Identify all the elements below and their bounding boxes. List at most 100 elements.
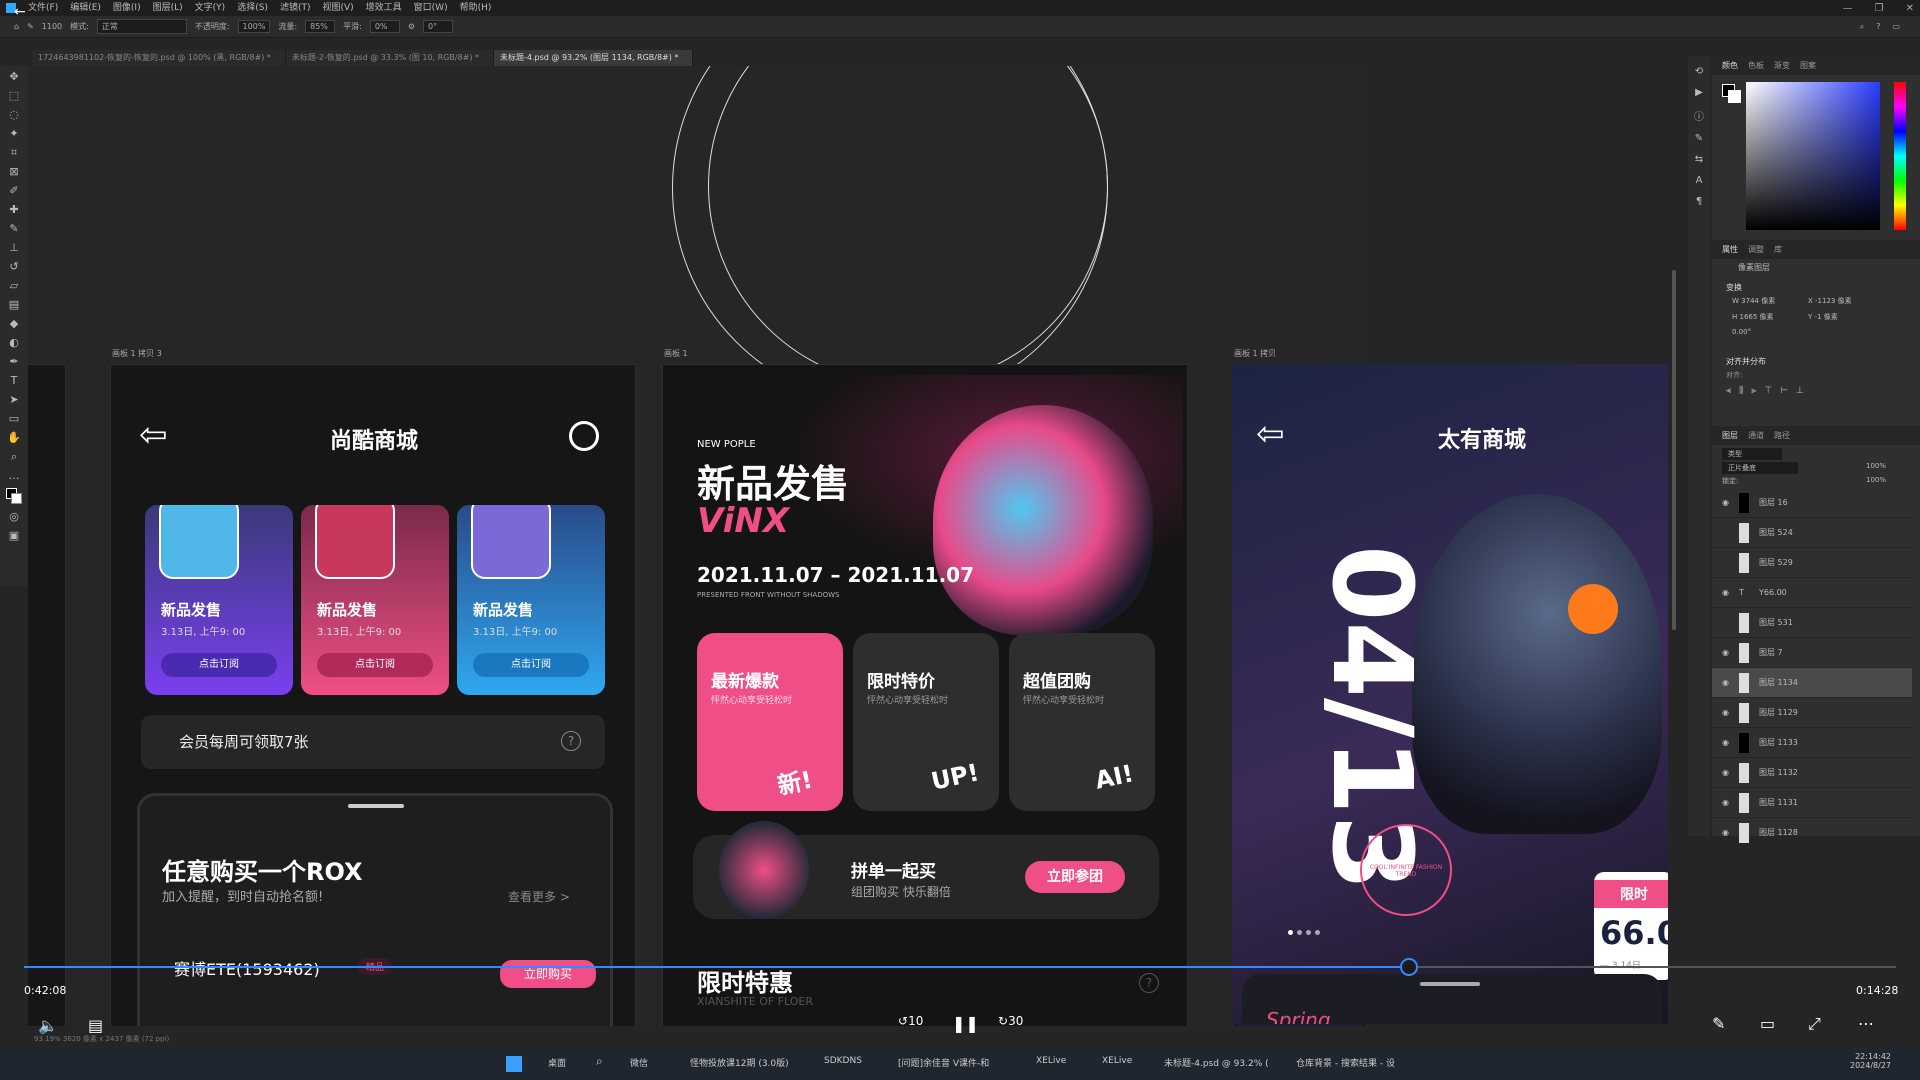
tab-swatches[interactable]: 色板 [1748, 60, 1764, 71]
picture-in-picture-icon[interactable]: ▭ [1760, 1014, 1775, 1033]
hue-slider[interactable] [1894, 82, 1906, 230]
feature-tile[interactable]: 最新爆款 怦然心动享受轻松时 新! [697, 633, 843, 811]
feature-tile[interactable]: 限时特价 怦然心动享受轻松时 UP! [853, 633, 999, 811]
tab-layers[interactable]: 图层 [1722, 430, 1738, 441]
canvas-area[interactable]: 画板 1 拷贝 3 ⇦ 尚酷商城 新品发售 3.13日, 上午9: 00 点击订… [28, 66, 1368, 1026]
pen-icon[interactable]: ✎ [1712, 1014, 1725, 1033]
layer-filter[interactable]: 类型 [1722, 448, 1782, 460]
info-icon[interactable]: ⓘ [1694, 108, 1704, 123]
product-card[interactable]: 新品发售 3.13日, 上午9: 00 点击订阅 [301, 505, 449, 695]
minimize-icon[interactable]: — [1843, 3, 1853, 14]
stamp-icon[interactable]: ⊥ [7, 241, 21, 254]
subscribe-button[interactable]: 点击订阅 [317, 653, 433, 677]
pause-button[interactable]: ❚❚ [952, 1014, 979, 1033]
blur-icon[interactable]: ◆ [7, 317, 21, 330]
taskbar-item[interactable]: XELive [1036, 1056, 1066, 1066]
eye-icon[interactable]: ◉ [1722, 648, 1729, 657]
taskbar-item[interactable]: 怪物投放课12期 (3.0版) [690, 1056, 789, 1069]
subscribe-button[interactable]: 点击订阅 [161, 653, 277, 677]
product-card[interactable]: 新品发售 3.13日, 上午9: 00 点击订阅 [145, 505, 293, 695]
more-tools-icon[interactable]: … [7, 469, 21, 482]
align-left-icon[interactable]: ⫷ [1726, 386, 1731, 396]
menu-plugins[interactable]: 增效工具 [360, 0, 408, 16]
fg-bg-swatch[interactable] [1722, 84, 1742, 104]
taskbar-item[interactable]: 未标题-4.psd @ 93.2% ( [1164, 1056, 1269, 1069]
menu-layer[interactable]: 图层(L) [147, 0, 189, 16]
tab-doc-3[interactable]: 未标题-4.psd @ 93.2% (图层 1134, RGB/8#) * [494, 50, 694, 66]
lasso-tool-icon[interactable]: ◌ [7, 108, 21, 121]
layer-row[interactable]: ◉ 图层 1133 [1712, 728, 1912, 758]
taskbar-item[interactable]: SDKDNS [824, 1056, 862, 1066]
layer-row[interactable]: ◉ 图层 7 [1712, 638, 1912, 668]
flow-field[interactable]: 85% [305, 20, 336, 33]
layer-row[interactable]: ◉ 图层 1128 [1712, 818, 1912, 848]
history-icon[interactable]: ⟲ [1695, 66, 1703, 77]
pen-icon[interactable]: ✒ [7, 355, 21, 368]
taskbar-item[interactable]: 桌面 [548, 1056, 566, 1069]
menu-image[interactable]: 图像(I) [107, 0, 147, 16]
back-arrow-icon[interactable]: ⇦ [1256, 414, 1285, 454]
color-picker-field[interactable] [1746, 82, 1880, 230]
eye-icon[interactable]: ◉ [1722, 738, 1729, 747]
tab-adjustments[interactable]: 调整 [1748, 244, 1764, 255]
tab-channels[interactable]: 通道 [1748, 430, 1764, 441]
eye-icon[interactable]: ◉ [1722, 828, 1729, 837]
home-icon[interactable]: ⌂ [14, 22, 19, 31]
product-card[interactable]: 新品发售 3.13日, 上午9: 00 点击订阅 [457, 505, 605, 695]
quick-mask-icon[interactable]: ◎ [7, 510, 21, 523]
taskbar-item[interactable]: 微信 [630, 1056, 648, 1069]
eye-icon[interactable]: ◉ [1722, 678, 1729, 687]
coupon-bar[interactable]: 会员每周可领取7张 ? [141, 715, 605, 769]
tab-doc-1[interactable]: 1724643981102-恢复的-恢复的.psd @ 100% (黑, RGB… [32, 50, 286, 66]
feature-tile[interactable]: 超值团购 怦然心动享受轻松时 AI! [1009, 633, 1155, 811]
blend-mode-select[interactable]: 正片叠底 [1722, 462, 1798, 474]
eraser-icon[interactable]: ▱ [7, 279, 21, 292]
carousel-dots[interactable] [1288, 930, 1320, 935]
layer-opacity[interactable]: 100% [1866, 462, 1886, 470]
dodge-icon[interactable]: ◐ [7, 336, 21, 349]
character-icon[interactable]: A [1696, 175, 1703, 186]
brush-size[interactable]: 1100 [42, 22, 62, 31]
vertical-scrollbar[interactable] [1672, 270, 1676, 630]
mode-select[interactable]: 正常 [96, 19, 187, 34]
help-icon[interactable]: ? [561, 731, 581, 751]
marquee-tool-icon[interactable]: ⬚ [7, 89, 21, 102]
alarm-icon[interactable] [569, 421, 599, 451]
align-top-icon[interactable]: ⊤ [1764, 386, 1772, 396]
layer-row[interactable]: ◉ 图层 1131 [1712, 788, 1912, 818]
group-buy-bar[interactable]: 拼单一起买 组团购买 快乐翻倍 立即参团 [693, 821, 1159, 919]
height-field[interactable]: H 1665 像素 [1732, 312, 1808, 322]
menu-select[interactable]: 选择(S) [231, 0, 274, 16]
see-more-link[interactable]: 查看更多 > [508, 888, 570, 905]
volume-icon[interactable]: 🔈 [38, 1016, 58, 1035]
rewind-button[interactable]: ↺10 [898, 1014, 923, 1028]
magic-wand-icon[interactable]: ✦ [7, 127, 21, 140]
history-brush-icon[interactable]: ↺ [7, 260, 21, 273]
hand-tool-icon[interactable]: ✋ [7, 431, 21, 444]
restore-icon[interactable]: ❐ [1875, 3, 1884, 14]
tab-doc-2[interactable]: 未标题-2-恢复的.psd @ 33.3% (图 10, RGB/8#) * [285, 50, 495, 66]
taskbar-item[interactable]: 仓库背景 - 搜索结果 - 设 [1296, 1056, 1395, 1069]
menu-window[interactable]: 窗口(W) [408, 0, 454, 16]
align-bottom-icon[interactable]: ⊥ [1796, 386, 1804, 396]
close-icon[interactable]: ✕ [1906, 3, 1914, 14]
x-field[interactable]: X -1123 像素 [1808, 296, 1884, 306]
menu-type[interactable]: 文字(Y) [189, 0, 232, 16]
tab-paths[interactable]: 路径 [1774, 430, 1790, 441]
align-center-icon[interactable]: ⫼ [1739, 386, 1743, 396]
help-icon[interactable]: ? [1876, 22, 1880, 32]
shape-tool-icon[interactable]: ▭ [7, 412, 21, 425]
brush-icon[interactable]: ✎ [7, 222, 21, 235]
color-swatches[interactable] [6, 488, 22, 504]
eye-icon[interactable]: ◉ [1722, 708, 1729, 717]
gradient-icon[interactable]: ▤ [7, 298, 21, 311]
tab-libraries[interactable]: 库 [1774, 244, 1782, 255]
path-select-icon[interactable]: ➤ [7, 393, 21, 406]
healing-brush-icon[interactable]: ✚ [7, 203, 21, 216]
actions-icon[interactable]: ▶ [1695, 87, 1703, 98]
frame-tool-icon[interactable]: ⊠ [7, 165, 21, 178]
menu-view[interactable]: 视图(V) [316, 0, 359, 16]
layer-row[interactable]: ◉ 图层 1129 [1712, 698, 1912, 728]
tab-color[interactable]: 颜色 [1722, 60, 1738, 71]
layer-fill[interactable]: 100% [1866, 476, 1886, 484]
